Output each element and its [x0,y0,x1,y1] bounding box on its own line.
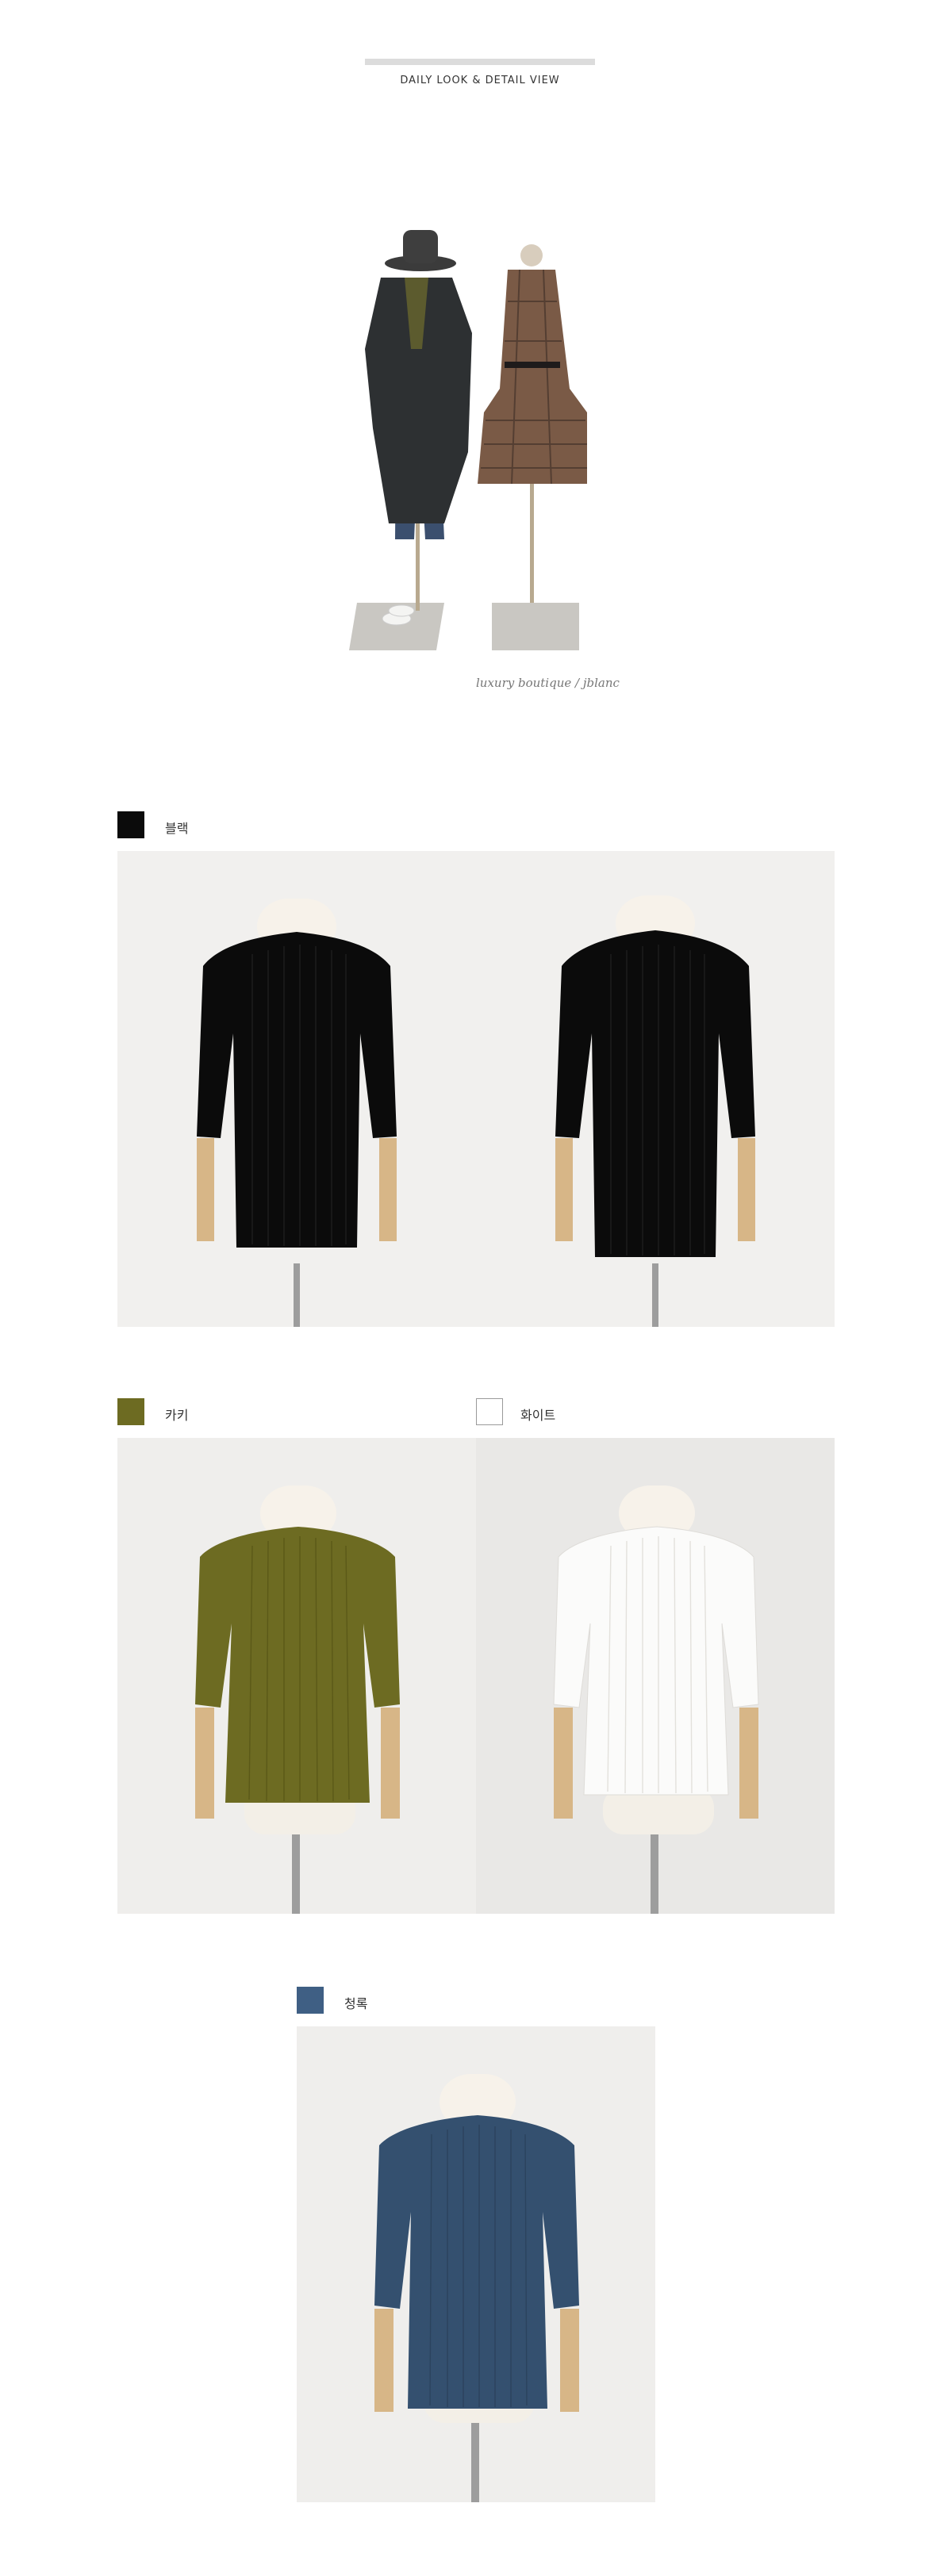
navy-front-photo [297,2026,655,2502]
color-label-khaki: 카키 [165,1408,189,1423]
white-front-photo [476,1438,835,1914]
color-label-white: 화이트 [520,1408,556,1423]
black-back-photo [476,851,835,1327]
color-swatch-black [117,811,144,838]
color-swatch-white [476,1398,503,1425]
khaki-front-photo [117,1438,476,1914]
color-swatch-navy [297,1987,324,2014]
hero-look-image [349,190,611,666]
header-decor-bar [365,59,595,65]
color-label-navy: 청록 [344,1996,368,2011]
black-front-photo [117,851,476,1327]
color-label-black: 블랙 [165,821,189,836]
section-title: DAILY LOOK & DETAIL VIEW [400,75,560,86]
brand-signature: luxury boutique / jblanc [476,676,620,690]
color-swatch-khaki [117,1398,144,1425]
